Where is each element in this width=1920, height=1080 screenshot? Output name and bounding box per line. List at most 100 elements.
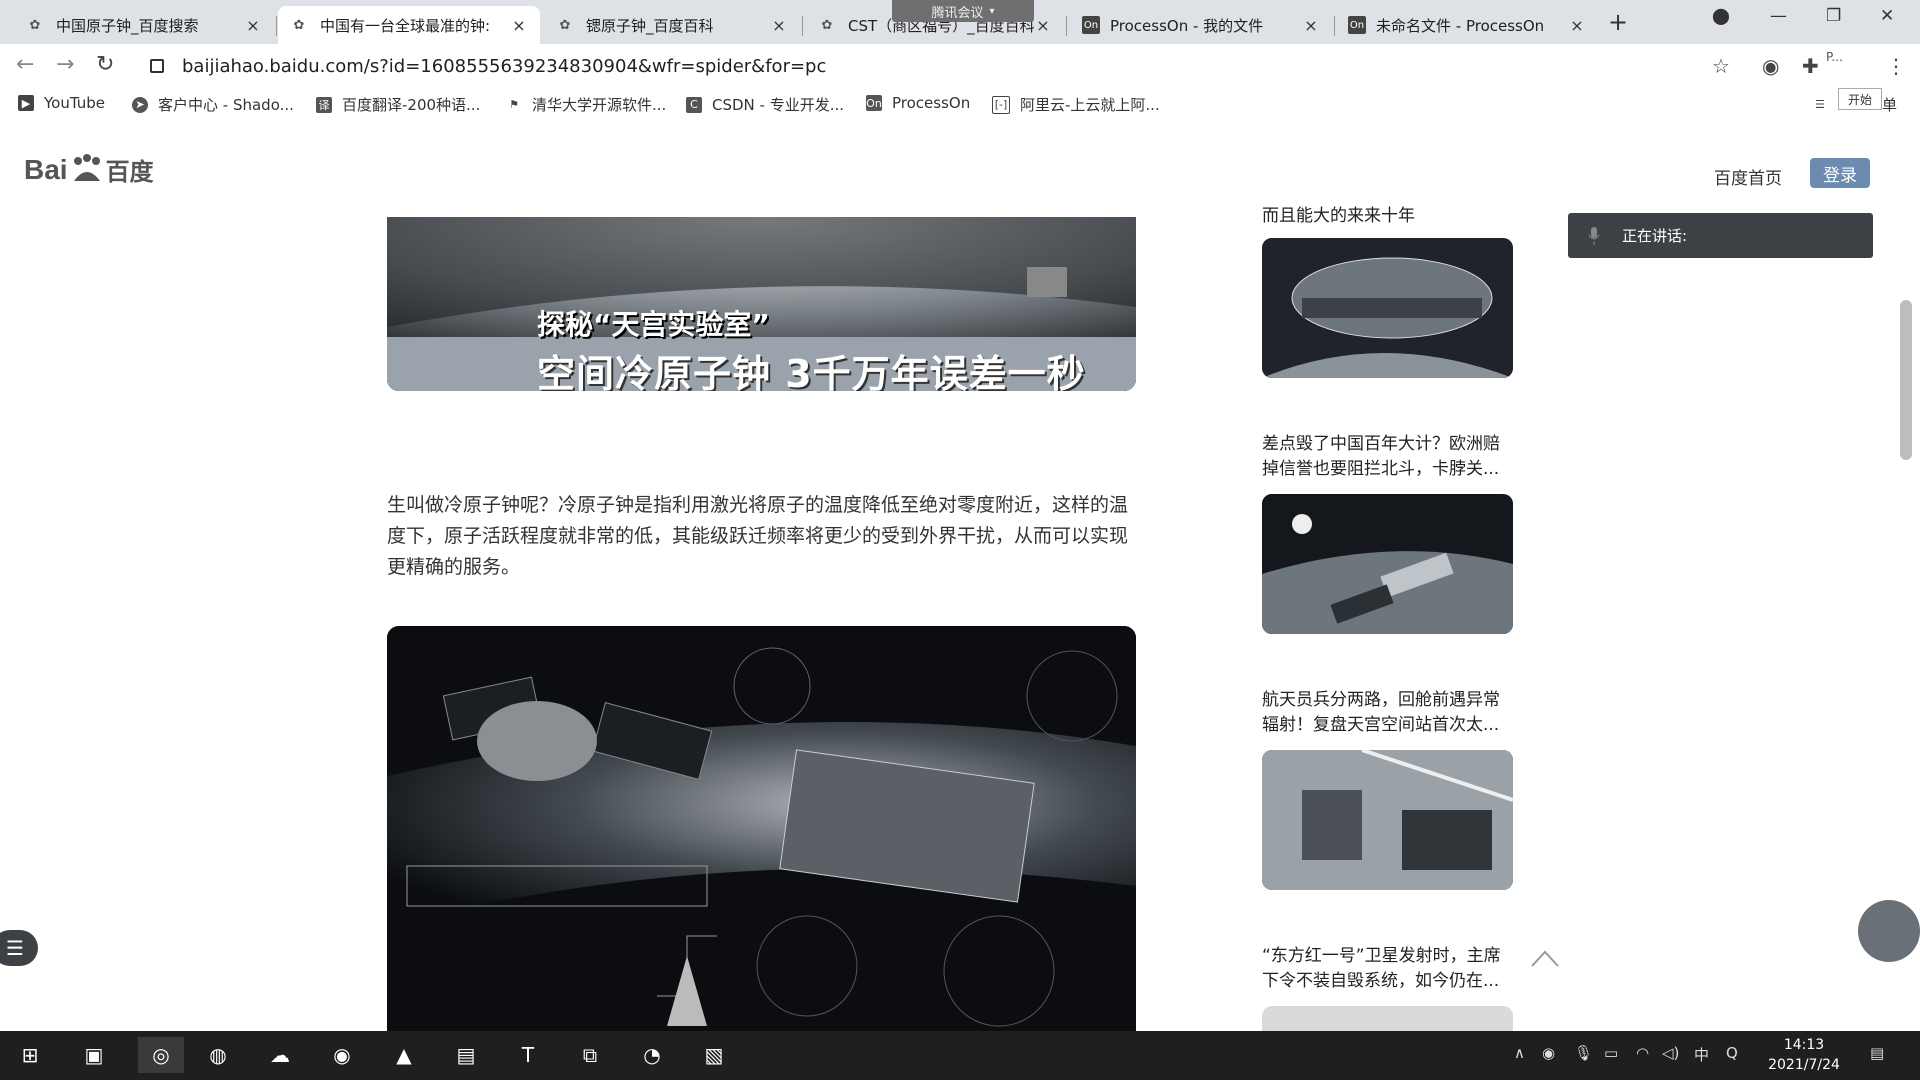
bookmark-label: YouTube (44, 94, 105, 112)
baidu-paw-icon: ✿ (293, 17, 305, 33)
related-title-2[interactable]: 差点毁了中国百年大计？欧洲赔掉信誉也要阻拦北斗，卡脖关... (1262, 432, 1512, 482)
baidu-paw-icon: ✿ (559, 17, 571, 33)
close-icon[interactable]: × (1302, 16, 1320, 35)
bookmark-shadowsocks[interactable]: ➤ 客户中心 - Shado... (132, 94, 294, 115)
login-button[interactable]: 登录 (1810, 158, 1870, 188)
meeting-indicator[interactable]: 腾讯会议 ▾ (892, 0, 1034, 22)
photo-app-icon[interactable]: ▣ (76, 1037, 112, 1073)
related-thumbnail-1[interactable] (1262, 238, 1513, 378)
tray-chevron-up-icon[interactable]: ∧ (1514, 1044, 1525, 1062)
tab-article[interactable]: ✿ 中国有一台全球最准的钟: × (278, 6, 540, 44)
volume-icon[interactable]: ◁) (1662, 1044, 1679, 1062)
tab-processon-files[interactable]: On ProcessOn - 我的文件 × (1070, 6, 1332, 44)
bookmark-label: ProcessOn (892, 94, 971, 112)
chrome-icon[interactable]: ◎ (138, 1037, 184, 1073)
menu-dots-icon[interactable]: ⋮ (1886, 54, 1906, 78)
reload-icon[interactable]: ↻ (96, 52, 114, 77)
puzzle-icon[interactable]: ✚ (1802, 54, 1819, 78)
bookmark-youtube[interactable]: ▶ YouTube (18, 94, 105, 112)
related-title-1[interactable]: 而且能大的来来十年 (1262, 204, 1512, 224)
restore-icon[interactable]: ❐ (1826, 6, 1841, 26)
baidu-netdisk-icon[interactable]: ☁ (262, 1037, 298, 1073)
tray-app-icon[interactable]: ◉ (1542, 1044, 1555, 1062)
bookmark-aliyun[interactable]: [-] 阿里云-上云就上阿... (992, 94, 1160, 115)
tab-title: 未命名文件 - ProcessOn (1376, 16, 1545, 35)
spacewalk-thumb (1262, 750, 1513, 890)
extension-icon[interactable]: ◉ (1762, 54, 1779, 78)
bookmark-label: 百度翻译-200种语... (342, 96, 481, 114)
forward-icon[interactable]: → (56, 52, 74, 77)
article-hero-image: 探秘“天宫实验室” 空间冷原子钟 3千万年误差一秒 (387, 217, 1136, 391)
related-title-3[interactable]: 航天员兵分两路，回舱前遇异常辐射！复盘天宫空间站首次太... (1262, 688, 1512, 738)
meeting-label: 腾讯会议 (931, 5, 984, 21)
browser-edge-icon[interactable]: ◔ (634, 1037, 670, 1073)
related-thumbnail-4[interactable] (1262, 1006, 1513, 1032)
close-icon[interactable]: × (1568, 16, 1586, 35)
start-button[interactable]: 开始 (1838, 88, 1882, 110)
processon-icon: On (1348, 16, 1366, 34)
scrollbar-thumb[interactable] (1900, 300, 1912, 460)
typora-icon[interactable]: T (510, 1037, 546, 1073)
tab-title: 锶原子钟_百度百科 (586, 16, 714, 35)
microphone-icon[interactable]: 🎙 (1574, 1044, 1593, 1062)
notification-icon[interactable]: ▤ (1870, 1044, 1884, 1062)
bookmark-label: 阿里云-上云就上阿... (1020, 96, 1160, 114)
close-window-icon[interactable]: ✕ (1880, 6, 1894, 26)
bookmarks-bar: ▶ YouTube ➤ 客户中心 - Shado... 译 百度翻译-200种语… (0, 86, 1920, 123)
tab-search-icon[interactable]: ⬤ (1712, 6, 1730, 25)
bookmark-processon[interactable]: On ProcessOn (866, 94, 970, 112)
bookmark-label: 客户中心 - Shado... (158, 96, 294, 114)
baidu-logo[interactable]: Bai du 百度 (24, 152, 154, 187)
back-icon[interactable]: ← (16, 52, 34, 77)
reading-list-label: 单 (1882, 96, 1898, 114)
windows-taskbar: ⊞ ▣ ◎ ◍ ☁ ◉ ▲ ▤ T ⧉ ◔ ▧ ∧ ◉ 🎙 ▭ ◠ ◁) 中 Q… (0, 1031, 1920, 1080)
bookmark-csdn[interactable]: C CSDN - 专业开发... (686, 94, 844, 115)
new-tab-icon[interactable]: + (1608, 8, 1628, 36)
space-station-diagram (387, 626, 1136, 1032)
wifi-icon[interactable]: ◠ (1636, 1044, 1649, 1062)
close-icon[interactable]: × (244, 16, 262, 35)
translate-icon: 译 (316, 96, 332, 113)
profile-button[interactable]: P... (1826, 50, 1866, 72)
bookmark-label: CSDN - 专业开发... (712, 96, 845, 114)
tab-baidu-search[interactable]: ✿ 中国原子钟_百度搜索 × (14, 6, 274, 44)
baidu-paw-icon (70, 153, 104, 187)
back-to-top-icon[interactable] (1530, 948, 1560, 968)
tab-processon-untitled[interactable]: On 未命名文件 - ProcessOn × (1336, 6, 1598, 44)
close-icon[interactable]: × (1034, 16, 1052, 35)
close-icon[interactable]: × (770, 16, 788, 35)
windows-start-icon[interactable]: ⊞ (12, 1037, 48, 1073)
bookmark-star-icon[interactable]: ☆ (1712, 54, 1730, 78)
microphone-icon (1588, 226, 1600, 245)
close-icon[interactable]: × (510, 16, 528, 35)
taskbar-clock[interactable]: 14:13 2021/7/24 (1766, 1035, 1842, 1075)
baidu-paw-icon: ✿ (821, 17, 833, 33)
battery-icon[interactable]: ▭ (1604, 1044, 1618, 1062)
bookmark-tsinghua-mirror[interactable]: ⚑ 清华大学开源软件... (506, 94, 666, 115)
baidu-home-link[interactable]: 百度首页 (1714, 164, 1782, 189)
logo-text: Bai (24, 153, 68, 185)
related-thumbnail-3[interactable] (1262, 750, 1513, 890)
avatar[interactable] (1858, 900, 1920, 962)
wechat-icon[interactable]: ◍ (200, 1037, 236, 1073)
paper-plane-icon: ➤ (132, 96, 148, 113)
url-text: baijiahao.baidu.com/s?id=160855563923483… (182, 55, 827, 77)
bookmark-label: 清华大学开源软件... (532, 96, 667, 114)
aliyun-icon: [-] (992, 95, 1010, 114)
outline-menu-icon[interactable]: ☰ (0, 930, 38, 966)
related-title-4[interactable]: “东方红一号”卫星发射时，主席下令不装自毁系统，如今仍在... (1262, 944, 1512, 994)
related-thumbnail-2[interactable] (1262, 494, 1513, 634)
minimize-icon[interactable]: — (1770, 6, 1787, 26)
file-explorer-icon[interactable]: ▤ (448, 1037, 484, 1073)
tab-strontium-clock[interactable]: ✿ 锶原子钟_百度百科 × (544, 6, 800, 44)
image-viewer-icon[interactable]: ▧ (696, 1037, 732, 1073)
address-bar[interactable]: baijiahao.baidu.com/s?id=160855563923483… (150, 53, 826, 79)
music-icon[interactable]: ◉ (324, 1037, 360, 1073)
ime-indicator[interactable]: 中 (1694, 1044, 1709, 1065)
youtube-icon: ▶ (18, 95, 34, 111)
task-view-icon[interactable]: ⧉ (572, 1037, 608, 1073)
photos-icon[interactable]: ▲ (386, 1037, 422, 1073)
logo-text: 百度 (105, 158, 154, 186)
qq-icon[interactable]: Q (1726, 1044, 1738, 1062)
bookmark-baidu-translate[interactable]: 译 百度翻译-200种语... (316, 94, 480, 115)
